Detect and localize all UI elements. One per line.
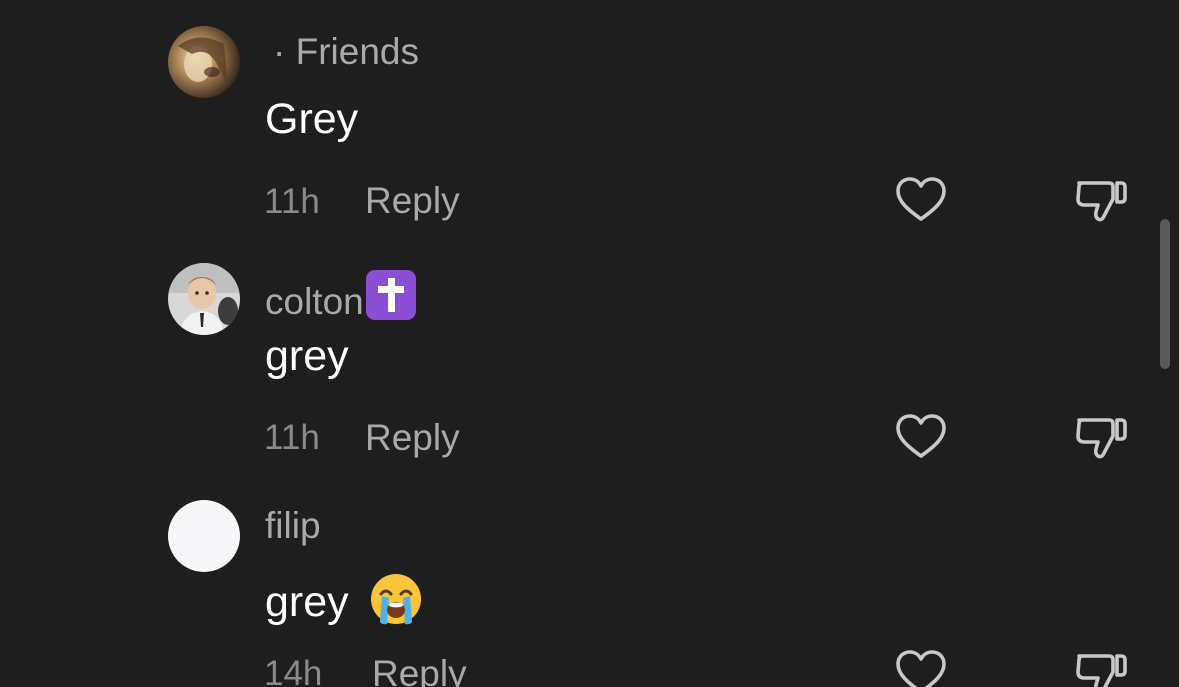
comment-author[interactable]: colton bbox=[265, 270, 417, 326]
comment-author[interactable]: filip bbox=[265, 507, 321, 544]
dislike-button[interactable] bbox=[1073, 645, 1129, 687]
latin-cross-icon bbox=[365, 270, 417, 326]
like-button[interactable] bbox=[893, 172, 949, 228]
comments-screen: · Friends Grey 11h Reply colton grey 11h… bbox=[0, 0, 1179, 687]
reply-button[interactable]: Reply bbox=[365, 419, 460, 456]
comment-timestamp: 11h bbox=[264, 182, 320, 221]
comment-text-content: grey bbox=[265, 578, 349, 626]
reply-button[interactable]: Reply bbox=[372, 655, 467, 687]
like-button[interactable] bbox=[893, 409, 949, 465]
like-button[interactable] bbox=[893, 645, 949, 687]
heart-icon bbox=[896, 177, 946, 221]
comment-text: grey bbox=[265, 332, 349, 380]
avatar[interactable] bbox=[168, 263, 240, 335]
thumbs-down-icon bbox=[1076, 418, 1127, 459]
comment-author[interactable]: · Friends bbox=[273, 33, 419, 70]
thumbs-down-icon bbox=[1076, 654, 1127, 687]
dislike-button[interactable] bbox=[1073, 409, 1129, 465]
scrollbar[interactable] bbox=[1160, 219, 1170, 369]
avatar[interactable] bbox=[168, 500, 240, 572]
dislike-button[interactable] bbox=[1073, 172, 1129, 228]
comment-timestamp: 11h bbox=[264, 418, 320, 457]
comment-timestamp: 14h bbox=[264, 654, 323, 687]
heart-icon bbox=[896, 414, 946, 458]
heart-icon bbox=[896, 650, 946, 687]
comment-text: Grey bbox=[265, 95, 359, 143]
thumbs-down-icon bbox=[1076, 181, 1127, 222]
loudly-crying-face-icon bbox=[369, 572, 423, 634]
avatar[interactable] bbox=[168, 26, 240, 98]
author-name: colton bbox=[265, 281, 364, 322]
reply-button[interactable]: Reply bbox=[365, 182, 460, 219]
comment-text: grey bbox=[265, 572, 423, 634]
